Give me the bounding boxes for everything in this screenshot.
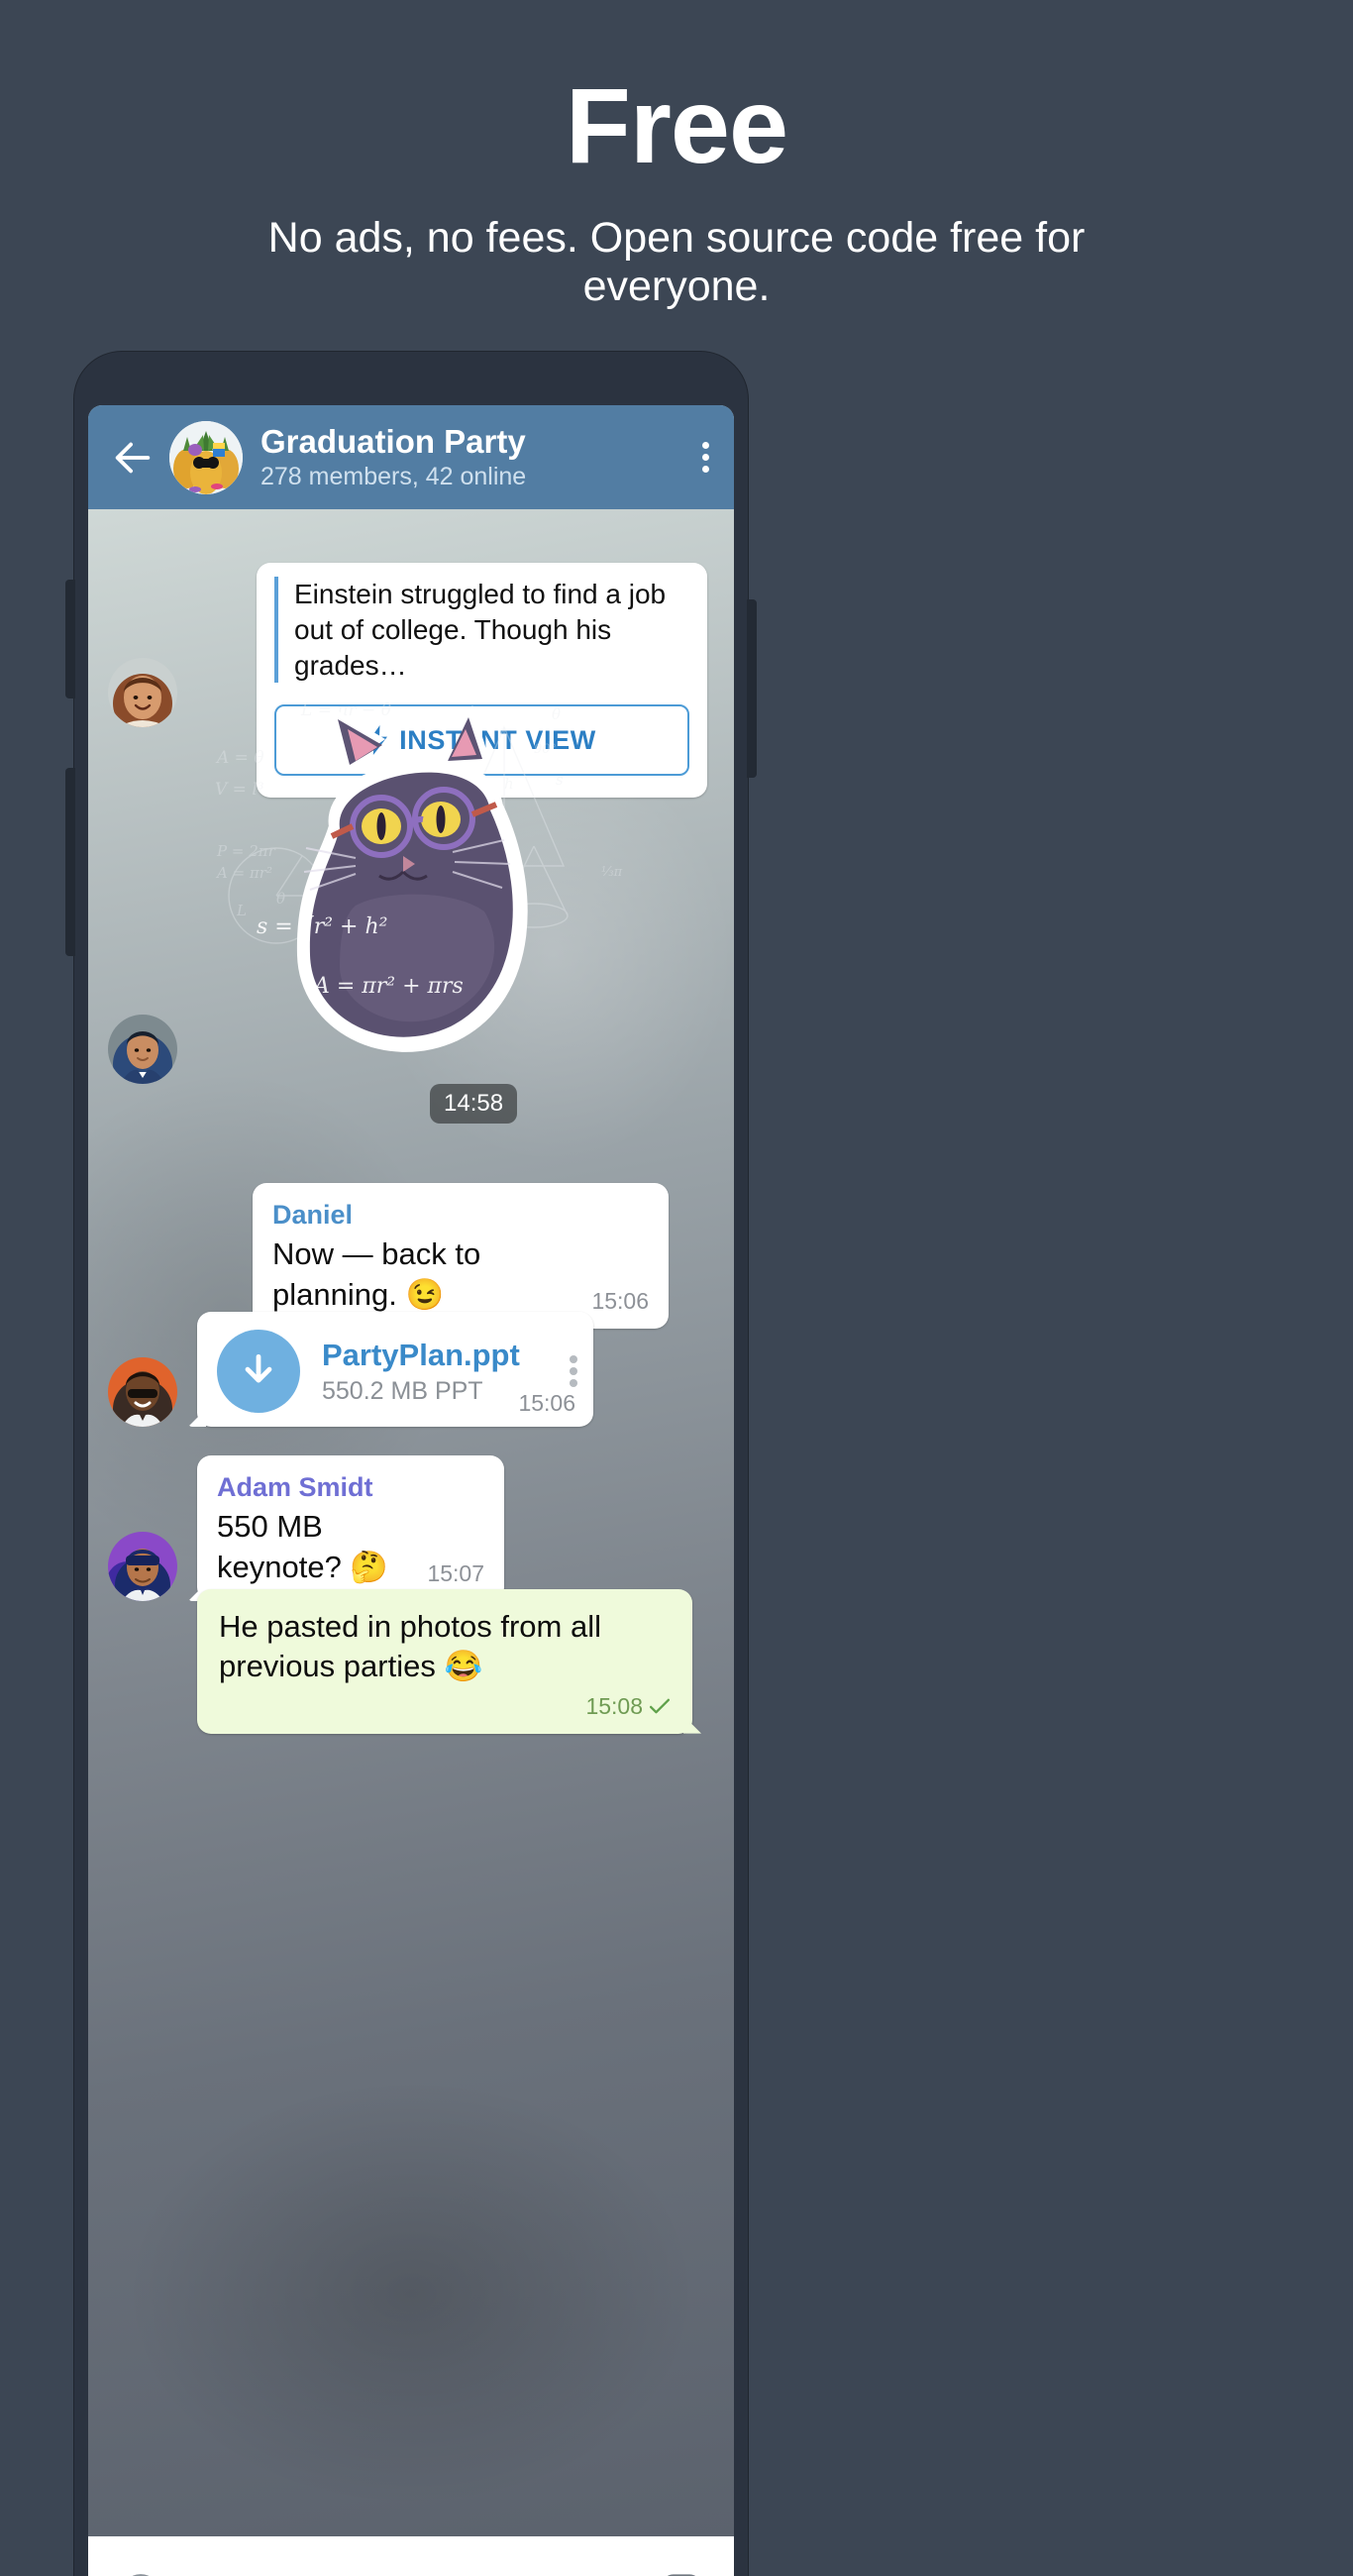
page-title: Free <box>565 65 788 185</box>
promo-page: Free No ads, no fees. Open source code f… <box>0 0 1353 2576</box>
avatar[interactable] <box>108 1357 177 1427</box>
avatar-man-sunglasses <box>108 1357 177 1427</box>
chat-title: Graduation Party <box>260 422 526 460</box>
message-sender-name: Adam Smidt <box>217 1472 373 1502</box>
group-avatar-image <box>169 420 243 494</box>
overflow-menu-icon[interactable] <box>702 437 712 478</box>
svg-text:s = √r² + h²: s = √r² + h² <box>257 914 387 939</box>
menu-dot <box>570 1379 577 1387</box>
page-subtitle: No ads, no fees. Open source code free f… <box>267 214 1086 311</box>
download-arrow-icon[interactable] <box>217 1330 300 1413</box>
file-overflow-menu-icon[interactable] <box>570 1351 577 1391</box>
message-text: 550 MB keynote? 🤔 <box>217 1509 389 1584</box>
back-arrow-icon[interactable] <box>110 435 156 481</box>
smiley-icon[interactable] <box>118 2571 163 2576</box>
message-text: He pasted in photos from all previous pa… <box>219 1609 601 1684</box>
file-bubble[interactable]: PartyPlan.ppt 550.2 MB PPT 15:06 <box>197 1312 593 1427</box>
chat-header-text[interactable]: Graduation Party 278 members, 42 online <box>260 423 688 492</box>
message-adam[interactable]: Adam Smidt 550 MB keynote? 🤔 15:07 <box>108 1455 714 1601</box>
message-bubble-adam[interactable]: Adam Smidt 550 MB keynote? 🤔 15:07 <box>197 1455 504 1601</box>
promo-header: Free No ads, no fees. Open source code f… <box>0 0 1353 311</box>
chat-message-list[interactable]: Einstein struggled to find a job out of … <box>88 509 734 2536</box>
menu-dot <box>570 1355 577 1363</box>
menu-dot <box>570 1367 577 1375</box>
message-timestamp: 15:06 <box>591 1287 649 1314</box>
message-input-bar[interactable]: Message <box>88 2536 734 2576</box>
menu-dot <box>702 466 709 473</box>
avatar[interactable] <box>108 1015 177 1084</box>
check-sent-icon <box>649 1698 671 1714</box>
group-avatar-pineapples[interactable] <box>169 420 243 494</box>
phone-mockup: Graduation Party 278 members, 42 online <box>65 352 757 2576</box>
message-sender-name: Daniel <box>272 1200 354 1230</box>
file-name: PartyPlan.ppt <box>322 1337 520 1372</box>
svg-text:⅓πr²h: ⅓πr²h <box>601 865 623 880</box>
chat-members-status: 278 members, 42 online <box>260 463 527 491</box>
menu-dot <box>702 442 709 449</box>
chat-top-bar: Graduation Party 278 members, 42 online <box>88 405 734 509</box>
message-file[interactable]: PartyPlan.ppt 550.2 MB PPT 15:06 <box>108 1312 714 1427</box>
menu-dot <box>702 454 709 461</box>
phone-button-volume-up <box>65 580 75 698</box>
message-text: Now — back to planning. 😉 <box>272 1236 481 1312</box>
message-timestamp: 15:07 <box>427 1559 484 1586</box>
svg-text:A = πr² + πrs: A = πr² + πrs <box>312 974 464 999</box>
phone-button-power <box>747 599 757 778</box>
message-bubble-daniel[interactable]: Daniel Now — back to planning. 😉 15:06 <box>253 1183 669 1329</box>
avatar[interactable] <box>108 1531 177 1601</box>
message-timestamp: 15:08 <box>585 1692 643 1719</box>
avatar-young-man <box>108 1015 177 1084</box>
paperclip-icon[interactable] <box>585 2572 629 2576</box>
message-bubble-outgoing[interactable]: He pasted in photos from all previous pa… <box>197 1589 692 1734</box>
avatar-man-beanie <box>108 1531 177 1601</box>
download-arrow-glyph <box>245 1353 272 1383</box>
phone-button-volume-down <box>65 768 75 956</box>
message-timestamp: 15:06 <box>518 1390 575 1416</box>
phone-screen: Graduation Party 278 members, 42 online <box>88 405 734 2576</box>
cat-with-glasses-sticker[interactable]: s = √r² + h² A = πr² + πrs <box>237 678 573 1074</box>
message-sticker[interactable]: L = πr − θ A = θ V = l³ P = 2πr A = πr² … <box>88 688 734 1124</box>
message-timestamp: 14:58 <box>430 1084 518 1124</box>
camera-icon[interactable] <box>659 2571 704 2576</box>
